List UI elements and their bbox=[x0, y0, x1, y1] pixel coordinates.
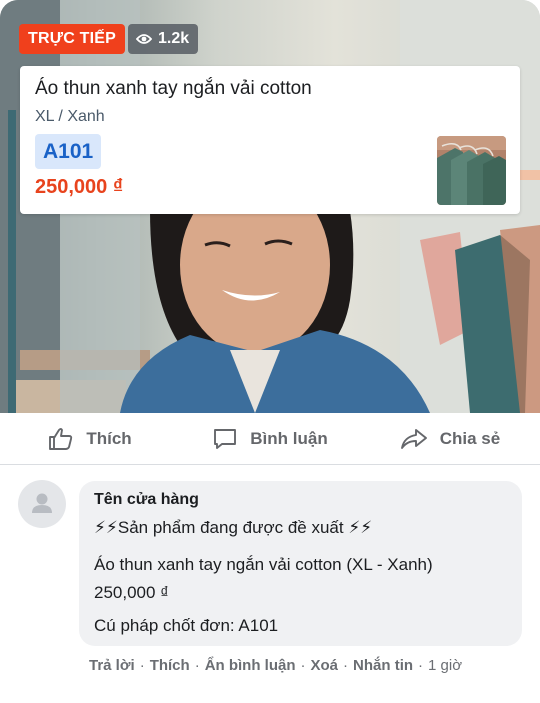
hide-comment-link[interactable]: Ẩn bình luận bbox=[205, 657, 296, 674]
comment-line-4: Cú pháp chốt đơn: A101 bbox=[94, 616, 279, 635]
comment-bubble: Tên cửa hàng ⚡⚡Sản phẩm đang được đề xuấ… bbox=[79, 481, 522, 646]
separator-dot: · bbox=[139, 657, 145, 674]
comment-line-1: ⚡⚡Sản phẩm đang được đề xuất ⚡⚡ bbox=[94, 518, 373, 537]
delete-comment-link[interactable]: Xoá bbox=[311, 657, 339, 674]
product-code: A101 bbox=[35, 134, 102, 169]
viewer-count-badge: 1.2k bbox=[128, 24, 199, 54]
avatar-placeholder-icon bbox=[32, 493, 52, 513]
share-label: Chia sẻ bbox=[439, 428, 501, 448]
like-button[interactable]: Thích bbox=[0, 413, 180, 464]
product-name: Áo thun xanh tay ngắn vải cotton bbox=[35, 78, 312, 99]
eye-icon bbox=[136, 34, 152, 44]
like-icon bbox=[49, 427, 73, 450]
tshirt-rack-image bbox=[437, 136, 506, 205]
post-action-bar: Thích Bình luận Chia sẻ bbox=[0, 413, 540, 465]
comment-line-3: 250,000 ₫ bbox=[94, 583, 169, 602]
comment-actions: Trả lời · Thích · Ẩn bình luận · Xoá · N… bbox=[89, 657, 462, 674]
pinned-product-card[interactable]: Áo thun xanh tay ngắn vải cotton XL / Xa… bbox=[20, 66, 520, 214]
comment-icon bbox=[214, 428, 237, 449]
comment-label: Bình luận bbox=[250, 428, 328, 448]
product-price: 250,000 ₫ bbox=[35, 176, 124, 198]
separator-dot: · bbox=[418, 657, 424, 674]
separator-dot: · bbox=[343, 657, 349, 674]
comment-like-link[interactable]: Thích bbox=[150, 657, 190, 674]
reply-link[interactable]: Trả lời bbox=[89, 657, 135, 674]
comment-author[interactable]: Tên cửa hàng bbox=[94, 491, 199, 509]
comment-line-2: Áo thun xanh tay ngắn vải cotton (XL - X… bbox=[94, 555, 433, 574]
viewer-count: 1.2k bbox=[158, 30, 190, 47]
live-badge: TRỰC TIẾP bbox=[19, 24, 125, 54]
share-button[interactable]: Chia sẻ bbox=[360, 413, 540, 464]
avatar[interactable] bbox=[18, 480, 66, 528]
like-label: Thích bbox=[86, 428, 132, 448]
comment-button[interactable]: Bình luận bbox=[180, 413, 360, 464]
separator-dot: · bbox=[300, 657, 306, 674]
separator-dot: · bbox=[194, 657, 200, 674]
product-thumbnail bbox=[437, 136, 506, 205]
send-message-link[interactable]: Nhắn tin bbox=[353, 657, 413, 674]
live-stream-post: TRỰC TIẾP 1.2k Áo thun xanh tay ngắn vải… bbox=[0, 0, 540, 703]
comment-timestamp: 1 giờ bbox=[428, 657, 463, 674]
share-icon bbox=[400, 428, 427, 449]
product-variant: XL / Xanh bbox=[35, 108, 105, 125]
